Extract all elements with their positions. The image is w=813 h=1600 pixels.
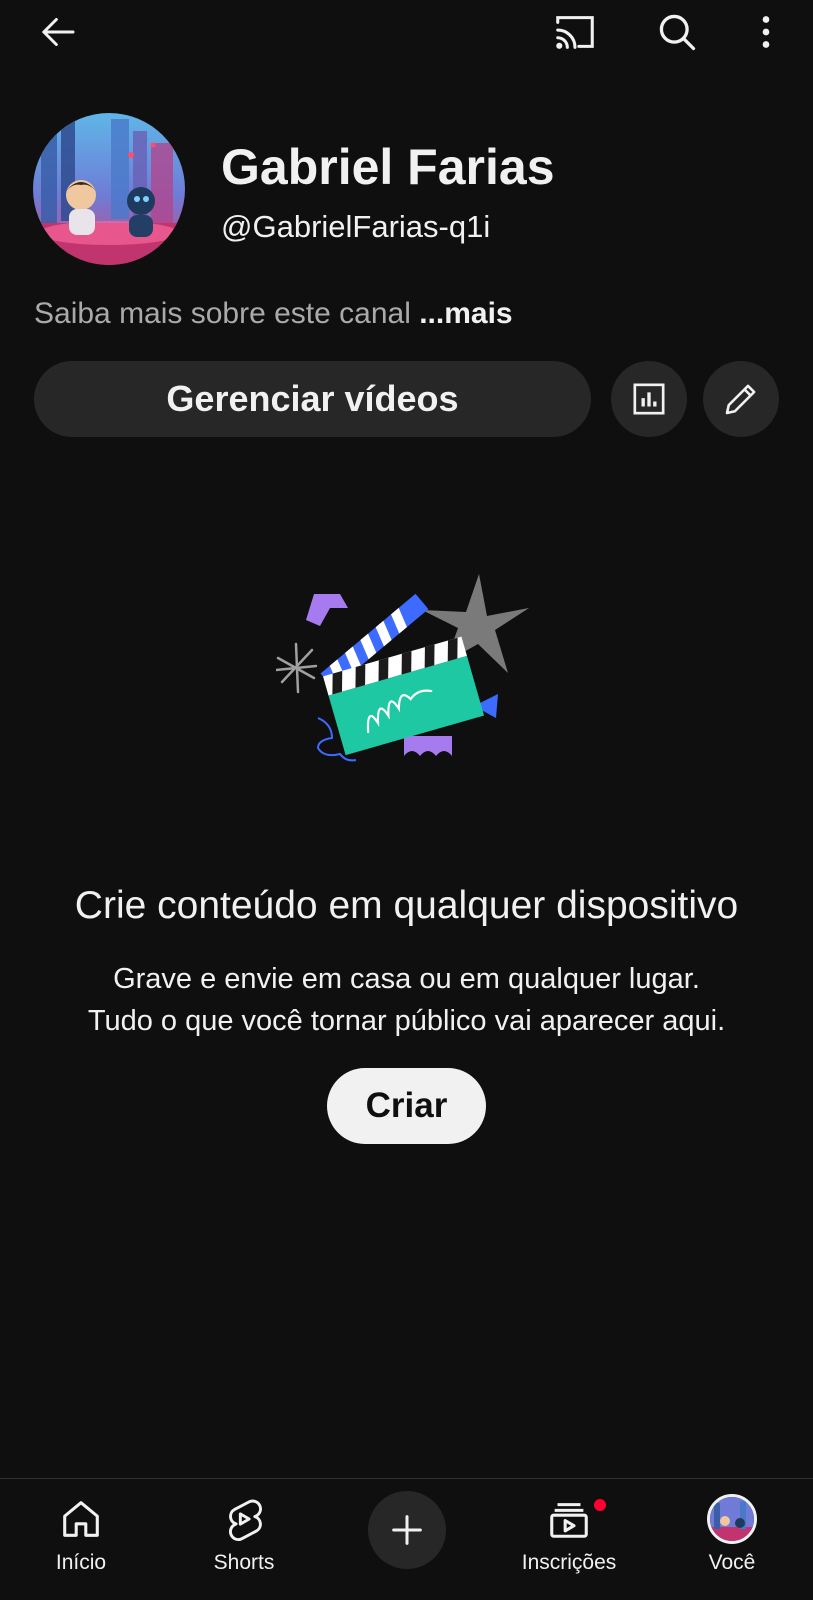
cast-icon (556, 16, 594, 49)
nav-you[interactable]: Você (662, 1491, 802, 1591)
create-plus-button[interactable] (368, 1491, 446, 1569)
nav-home[interactable]: Início (11, 1491, 151, 1591)
subscriptions-icon (550, 1503, 588, 1538)
create-button[interactable]: Criar (327, 1068, 486, 1144)
search-button[interactable] (649, 4, 705, 60)
empty-state-line-1: Grave e envie em casa ou em qualquer lug… (113, 963, 700, 995)
cast-button[interactable] (547, 4, 603, 60)
more-vertical-icon (762, 16, 770, 48)
channel-avatar[interactable] (33, 113, 185, 265)
manage-videos-button[interactable]: Gerenciar vídeos (34, 361, 591, 437)
nav-subscriptions[interactable]: Inscrições (499, 1491, 639, 1591)
more-options-button[interactable] (738, 4, 794, 60)
nav-home-label: Início (55, 1551, 107, 1574)
you-avatar (707, 1494, 757, 1544)
nav-you-label: Você (708, 1551, 756, 1574)
shorts-icon (228, 1499, 262, 1541)
nav-subscriptions-label: Inscrições (521, 1551, 617, 1574)
clapperboard-illustration (276, 574, 529, 762)
nav-shorts[interactable]: Shorts (174, 1491, 314, 1591)
edit-channel-button[interactable] (703, 361, 779, 437)
search-icon (659, 14, 696, 51)
empty-state-line-2: Tudo o que você tornar público vai apare… (87, 1005, 726, 1037)
top-app-bar (0, 0, 813, 64)
about-text: Saiba mais sobre este canal (34, 297, 411, 330)
plus-icon (392, 1515, 422, 1545)
empty-state-title: Crie conteúdo em qualquer dispositivo (74, 884, 739, 927)
channel-about[interactable]: Saiba mais sobre este canal ...mais (34, 297, 513, 331)
analytics-button[interactable] (611, 361, 687, 437)
channel-name: Gabriel Farias (221, 139, 555, 195)
channel-handle: @GabrielFarias-q1i (221, 209, 491, 244)
notification-dot (592, 1497, 608, 1513)
more-link[interactable]: ...mais (419, 297, 512, 330)
home-icon (63, 1501, 99, 1537)
arrow-left-icon (42, 18, 75, 46)
back-button[interactable] (30, 4, 86, 60)
pencil-icon (725, 384, 756, 415)
analytics-icon (633, 383, 665, 415)
empty-state-description: Grave e envie em casa ou em qualquer lug… (0, 958, 813, 1042)
nav-shorts-label: Shorts (213, 1551, 275, 1574)
